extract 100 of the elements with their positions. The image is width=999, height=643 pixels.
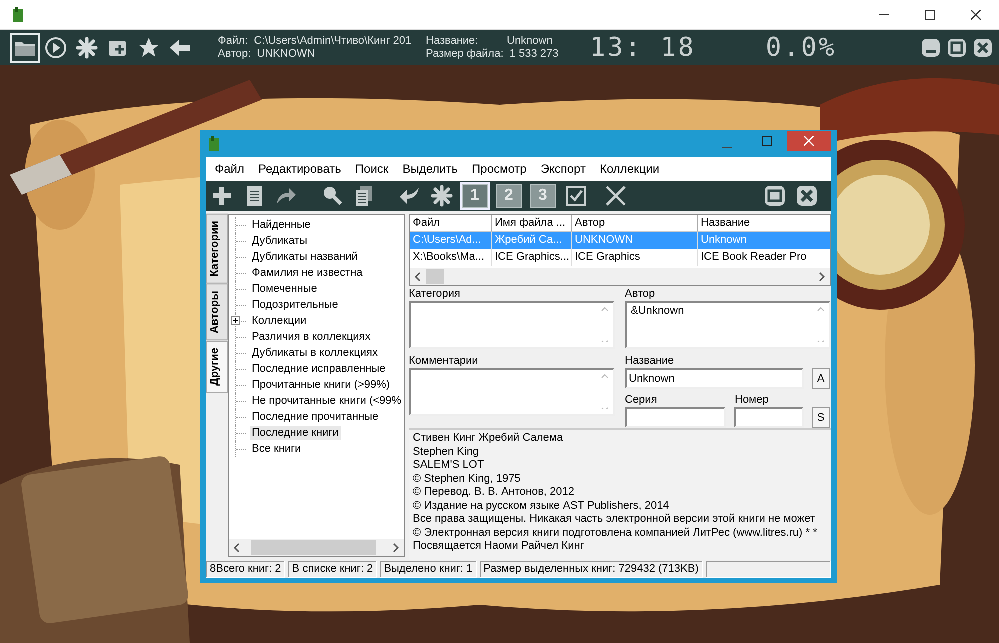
add-icon[interactable] xyxy=(210,184,234,208)
tree-item[interactable]: Коллекции xyxy=(250,314,309,328)
table-cell: UNKNOWN xyxy=(572,232,698,249)
status-cell: 8Всего книг: 2 xyxy=(206,561,286,578)
minimize-icon xyxy=(722,147,732,148)
close-button[interactable] xyxy=(973,38,993,58)
expand-icon[interactable] xyxy=(231,316,240,325)
size-label: Размер файла: xyxy=(426,48,504,60)
description-line: Посвящается Наоми Райчел Кинг xyxy=(413,540,586,554)
table-cell: X:\Books\Ma... xyxy=(410,249,492,266)
status-cell: В списке книг: 2 xyxy=(288,561,378,578)
tree-item[interactable]: Помеченные xyxy=(250,282,320,296)
tree-item[interactable]: Последние прочитанные xyxy=(250,410,381,424)
series-label: Серия xyxy=(625,394,658,407)
star-icon xyxy=(137,36,161,60)
close-button[interactable] xyxy=(787,130,831,150)
tree-item[interactable]: Прочитанные книги (>99%) xyxy=(250,378,392,392)
scrollbar[interactable] xyxy=(410,268,830,285)
checkbox-icon[interactable] xyxy=(564,184,588,208)
comments-label: Комментарии xyxy=(409,355,480,368)
maximize-button[interactable] xyxy=(947,38,967,58)
play-icon xyxy=(44,36,68,60)
author-button[interactable]: A xyxy=(812,368,830,389)
tree-item[interactable]: Дубликаты xyxy=(250,234,310,248)
description-line: SALEM'S LOT xyxy=(413,459,486,472)
description-line: © Перевод. В. В. Антонов, 2012 xyxy=(413,486,576,500)
menu-item[interactable]: Просмотр xyxy=(465,162,534,176)
description-line: Все права защищены. Никакая часть электронной версии этой книги не может xyxy=(413,513,816,526)
table-cell: ICE Book Reader Pro xyxy=(698,249,830,266)
title-field[interactable]: Unknown xyxy=(625,368,804,389)
book-icon xyxy=(208,136,220,152)
table-cell: C:\Users\Ad... xyxy=(410,232,492,249)
asterisk-icon[interactable] xyxy=(430,184,454,208)
side-tab[interactable]: Другие xyxy=(206,340,228,393)
series-field[interactable] xyxy=(625,407,726,428)
tree-item[interactable]: Различия в коллекциях xyxy=(250,330,373,344)
view-button[interactable]: 1 xyxy=(462,184,488,208)
file-path: C:\Users\Admin\Чтиво\Кинг 201 xyxy=(254,34,412,48)
description-line: Stephen King xyxy=(413,446,480,459)
menu-item[interactable]: Коллекции xyxy=(592,162,667,176)
progress-display: 0.0% xyxy=(766,32,837,62)
status-cell: Выделено книг: 1 xyxy=(380,561,477,578)
menu-item[interactable]: Экспорт xyxy=(534,162,593,176)
book-icon xyxy=(12,6,24,22)
author-label: Автор: xyxy=(218,48,252,60)
close-icon xyxy=(973,38,993,58)
restore-icon[interactable] xyxy=(763,184,787,208)
maximize-icon xyxy=(762,136,772,146)
tree-item[interactable]: Фамилия не известна xyxy=(250,266,365,280)
menu-item[interactable]: Поиск xyxy=(348,162,396,176)
table-cell: Unknown xyxy=(698,232,830,249)
tree-item[interactable]: Дубликаты названий xyxy=(250,250,360,264)
file-label: Файл: xyxy=(218,34,248,48)
status-cell: Размер выделенных книг: 729432 (713KB) xyxy=(480,561,703,578)
tree-item[interactable]: Не прочитанные книги (<99% xyxy=(250,394,404,408)
tree-item[interactable]: Последние исправленные xyxy=(250,362,388,376)
description-line: © Электронная версия книги подготовлена компанией ЛитРес (www.litres.ru) * * xyxy=(413,526,818,540)
description-line: Стивен Кинг Жребий Салема xyxy=(413,432,564,446)
comments-field[interactable] xyxy=(409,368,615,416)
author-value: UNKNOWN xyxy=(257,48,316,60)
number-field[interactable] xyxy=(734,407,804,428)
tree-item[interactable]: Последние книги xyxy=(250,426,341,440)
author-label: Автор xyxy=(625,288,656,301)
description-line: © Stephen King, 1975 xyxy=(413,472,522,486)
asterisk-icon xyxy=(75,36,99,60)
minimize-icon xyxy=(921,38,941,58)
tree-item[interactable]: Подозрительные xyxy=(250,298,340,312)
table-cell: Жребий Са... xyxy=(492,232,572,249)
close-icon[interactable] xyxy=(795,184,819,208)
table-cell: ICE Graphics xyxy=(572,249,698,266)
number-label: Номер xyxy=(735,394,769,407)
table-cell: ICE Graphics... xyxy=(492,249,572,266)
tree-item[interactable]: Дубликаты в коллекциях xyxy=(250,346,380,360)
category-field[interactable] xyxy=(409,301,615,349)
maximize-icon xyxy=(925,10,935,20)
title-label: Название xyxy=(625,355,676,368)
minimize-button[interactable] xyxy=(921,38,941,58)
tree-item[interactable]: Найденные xyxy=(250,218,313,232)
series-button[interactable]: S xyxy=(812,407,830,428)
close-icon xyxy=(804,136,814,146)
title-label: Название: xyxy=(426,34,480,48)
menu-item[interactable]: Файл xyxy=(208,162,252,176)
scrollbar[interactable] xyxy=(229,539,404,556)
menu-item[interactable]: Выделить xyxy=(396,162,466,176)
clock-display: 13: 18 xyxy=(590,32,696,62)
minimize-icon xyxy=(879,14,889,15)
maximize-icon xyxy=(947,38,967,58)
description-line: © Издание на русском языке AST Publishers, 2014 xyxy=(413,500,670,513)
close-icon[interactable] xyxy=(604,184,628,208)
table-row[interactable]: X:\Books\Ma... ICE Graphics... ICE Graphics ICE Book Reader Pro xyxy=(410,249,830,266)
side-tab[interactable]: Категории xyxy=(206,214,228,284)
author-field[interactable]: &Unknown xyxy=(625,301,831,349)
close-icon xyxy=(971,10,981,20)
tree-item[interactable]: Все книги xyxy=(250,442,304,456)
size-value: 1 533 273 xyxy=(510,48,559,60)
title-value: Unknown xyxy=(507,34,553,48)
category-label: Категория xyxy=(409,288,462,301)
menu-item[interactable]: Редактировать xyxy=(252,162,348,176)
folder-button[interactable] xyxy=(10,32,40,62)
side-tab[interactable]: Авторы xyxy=(206,284,228,341)
